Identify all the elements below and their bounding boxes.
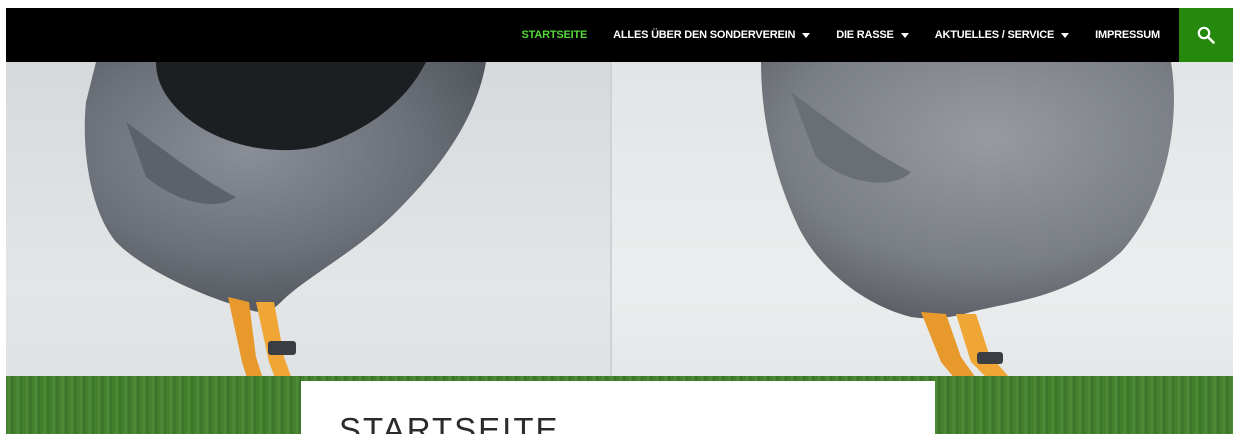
page-title: STARTSEITE bbox=[339, 411, 560, 434]
primary-menu: STARTSEITE ALLES ÜBER DEN SONDERVEREIN D… bbox=[509, 8, 1173, 62]
nav-item-sonderverein[interactable]: ALLES ÜBER DEN SONDERVEREIN bbox=[600, 8, 823, 62]
caret-down-icon bbox=[1061, 32, 1070, 38]
nav-item-impressum[interactable]: IMPRESSUM bbox=[1082, 8, 1173, 62]
nav-item-label: DIE RASSE bbox=[836, 29, 894, 41]
nav-item-die-rasse[interactable]: DIE RASSE bbox=[823, 8, 922, 62]
nav-item-label: AKTUELLES / SERVICE bbox=[934, 29, 1055, 41]
nav-item-aktuelles-service[interactable]: AKTUELLES / SERVICE bbox=[922, 8, 1082, 62]
main-navigation-bar: STARTSEITE ALLES ÜBER DEN SONDERVEREIN D… bbox=[6, 8, 1233, 62]
nav-item-label: ALLES ÜBER DEN SONDERVEREIN bbox=[613, 29, 796, 41]
search-toggle-button[interactable] bbox=[1179, 8, 1233, 62]
search-icon bbox=[1197, 26, 1215, 44]
nav-item-label: IMPRESSUM bbox=[1095, 29, 1160, 41]
hero-image bbox=[6, 62, 1233, 434]
page: STARTSEITE ALLES ÜBER DEN SONDERVEREIN D… bbox=[0, 0, 1233, 434]
nav-item-startseite[interactable]: STARTSEITE bbox=[509, 8, 601, 62]
caret-down-icon bbox=[802, 32, 811, 38]
content-card: STARTSEITE bbox=[301, 381, 935, 434]
caret-down-icon bbox=[900, 32, 909, 38]
nav-item-label: STARTSEITE bbox=[521, 29, 588, 41]
